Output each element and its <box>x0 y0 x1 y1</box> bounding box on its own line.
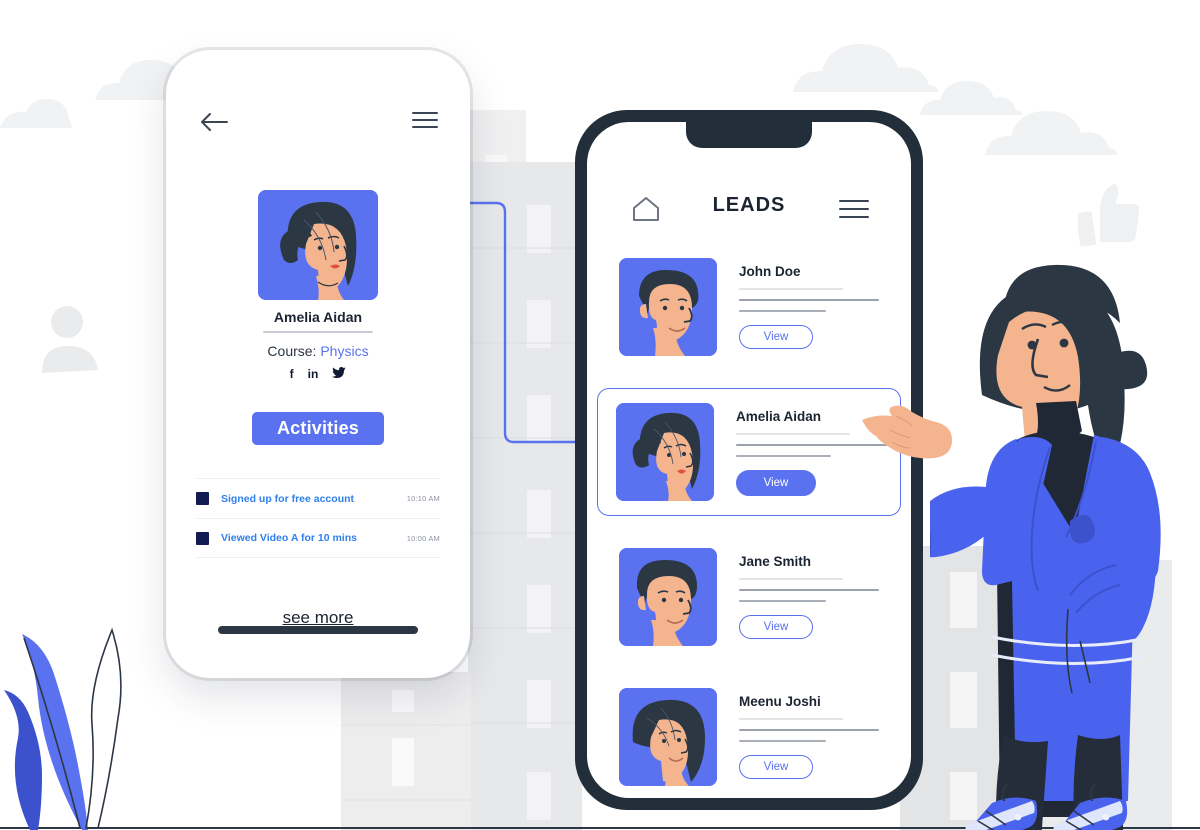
course-label: Course: <box>267 343 317 359</box>
lead-placeholder-line <box>739 600 826 602</box>
lead-info: John Doe View <box>739 258 879 349</box>
lead-placeholder-line <box>739 299 879 301</box>
hamburger-icon[interactable] <box>412 112 438 128</box>
lead-placeholder-line <box>736 455 832 457</box>
phone-right-notch <box>686 122 812 148</box>
facebook-icon[interactable]: f <box>290 366 294 382</box>
lead-placeholder-line <box>739 729 879 731</box>
see-more-link[interactable]: see more <box>166 608 470 628</box>
left-phone-topbar <box>166 106 470 142</box>
profile-avatar <box>258 190 378 300</box>
lead-placeholder-line <box>736 433 850 435</box>
lead-avatar <box>619 548 717 646</box>
lead-avatar <box>619 688 717 786</box>
linkedin-icon[interactable]: in <box>308 366 319 382</box>
social-links: f in <box>166 366 470 382</box>
course-value: Physics <box>320 343 369 359</box>
building <box>341 672 471 830</box>
lead-info: Jane Smith View <box>739 548 879 639</box>
activity-marker-icon <box>196 531 209 545</box>
activity-row[interactable]: Signed up for free account 10:10 AM <box>196 478 440 518</box>
leads-list: John Doe View Amelia Aidan View Jane Smi… <box>587 248 911 798</box>
lead-placeholder-line <box>739 718 843 720</box>
twitter-icon[interactable] <box>332 366 347 382</box>
activities-button[interactable]: Activities <box>252 412 384 445</box>
lead-placeholder-line <box>739 310 826 312</box>
lead-avatar <box>616 403 714 501</box>
profile-divider <box>263 331 373 333</box>
lead-card-selected[interactable]: Amelia Aidan View <box>597 388 901 516</box>
right-phone-topbar: LEADS <box>587 194 911 228</box>
user-silhouette-icon <box>42 306 98 373</box>
view-button[interactable]: View <box>739 615 813 639</box>
profile-course: Course: Physics <box>166 343 470 359</box>
lead-placeholder-line <box>739 740 826 742</box>
lead-card[interactable]: Meenu Joshi View <box>609 678 889 796</box>
woman-pointing-illustration <box>930 264 1161 830</box>
lead-name: John Doe <box>739 264 801 279</box>
view-button[interactable]: View <box>739 325 813 349</box>
back-arrow-icon[interactable] <box>199 110 229 134</box>
lead-card[interactable]: Jane Smith View <box>609 538 889 656</box>
illustration-canvas: Amelia Aidan Course: Physics f in Activi… <box>0 0 1200 830</box>
lead-avatar <box>619 258 717 356</box>
activity-text: Viewed Video A for 10 mins <box>221 532 357 544</box>
activity-time: 10:10 AM <box>406 494 440 503</box>
lead-name: Meenu Joshi <box>739 694 821 709</box>
view-button[interactable]: View <box>739 755 813 779</box>
lead-info: Meenu Joshi View <box>739 688 879 779</box>
phone-left: Amelia Aidan Course: Physics f in Activi… <box>166 50 470 678</box>
profile-name: Amelia Aidan <box>273 309 363 325</box>
lead-placeholder-line <box>739 589 879 591</box>
phone-left-notch <box>262 50 374 74</box>
activity-time: 10:00 AM <box>406 533 440 543</box>
lead-placeholder-line <box>739 578 843 580</box>
plant-leaves <box>4 627 122 830</box>
building <box>468 162 582 830</box>
home-indicator[interactable] <box>218 626 418 634</box>
activities-list: Signed up for free account 10:10 AM View… <box>196 478 440 558</box>
thumbs-up-icon <box>1078 184 1140 247</box>
lead-card[interactable]: John Doe View <box>609 248 889 366</box>
lead-placeholder-line <box>739 288 843 290</box>
activity-row[interactable]: Viewed Video A for 10 mins 10:00 AM <box>196 518 440 558</box>
activity-marker-icon <box>196 492 209 505</box>
hamburger-icon[interactable] <box>839 200 869 218</box>
lead-name: Jane Smith <box>739 554 812 569</box>
activity-text: Signed up for free account <box>221 492 355 505</box>
view-button[interactable]: View <box>736 470 816 496</box>
